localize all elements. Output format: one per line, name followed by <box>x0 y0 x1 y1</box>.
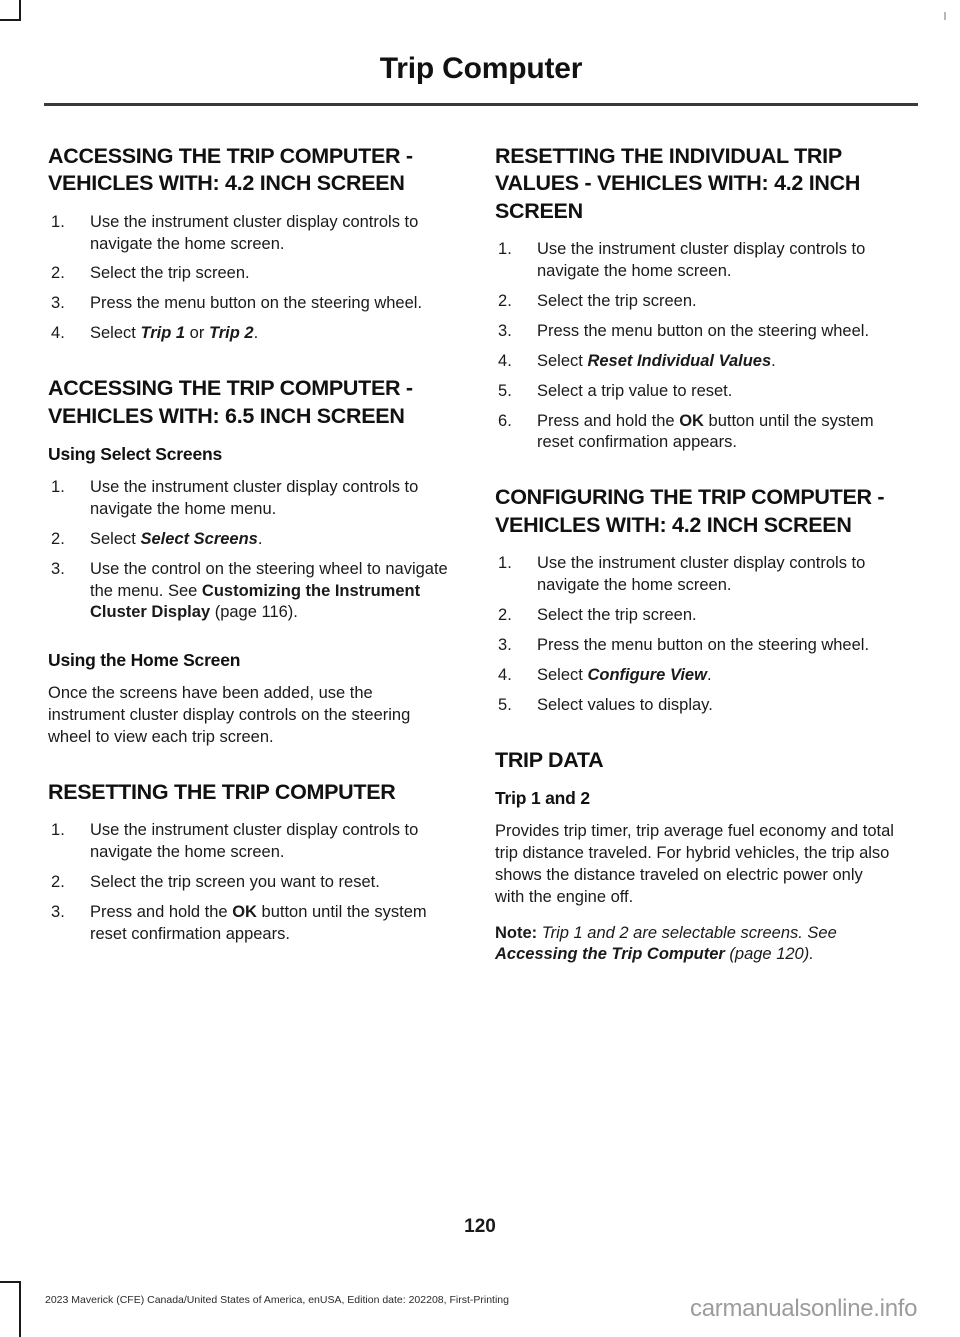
step-text: Select the trip screen. <box>537 605 697 624</box>
list-item: Press the menu button on the steering wh… <box>48 293 448 315</box>
step-text: Press the menu button on the steering wh… <box>537 321 870 340</box>
watermark: carmanualsonline.info <box>690 1295 918 1322</box>
button-reference-ok: OK <box>679 411 704 430</box>
note-text: (page 120). <box>724 945 814 964</box>
crop-mark-top-right <box>944 12 946 20</box>
step-text: Select the trip screen you want to reset… <box>90 873 380 892</box>
step-text: (page 116). <box>210 603 298 622</box>
step-text: Select values to display. <box>537 695 713 714</box>
section-heading-accessing-trip-computer-65: ACCESSING THE TRIP COMPUTER - VEHICLES W… <box>48 376 413 428</box>
note-text: Trip 1 and 2 are selectable screens. See <box>537 923 837 942</box>
step-text: Press and hold the <box>90 903 233 922</box>
list-item: Use the instrument cluster display contr… <box>495 239 895 283</box>
step-text: . <box>253 324 259 343</box>
section-heading-resetting-trip-computer: RESETTING THE TRIP COMPUTER <box>48 780 396 805</box>
steps-resetting-individual-trip-values: Use the instrument cluster display contr… <box>495 239 895 455</box>
list-item: Select the trip screen you want to reset… <box>48 872 448 894</box>
step-text: Use the instrument cluster display contr… <box>90 821 419 862</box>
steps-using-select-screens: Use the instrument cluster display contr… <box>48 477 448 625</box>
header-divider <box>44 103 918 106</box>
right-column: RESETTING THE INDIVIDUAL TRIP VALUES - V… <box>495 143 895 966</box>
step-text: Select <box>90 324 141 343</box>
steps-configuring-trip-computer: Use the instrument cluster display contr… <box>495 553 895 717</box>
list-item: Select a trip value to reset. <box>495 381 895 403</box>
list-item: Select the trip screen. <box>495 291 895 313</box>
step-text: . <box>706 665 712 684</box>
list-item: Select Trip 1 or Trip 2. <box>48 323 448 345</box>
button-reference-ok: OK <box>232 903 257 922</box>
list-item: Press the menu button on the steering wh… <box>495 321 895 343</box>
list-item: Press and hold the OK button until the s… <box>495 411 895 455</box>
menu-item-reference: Configure View <box>587 665 707 684</box>
section-heading-resetting-individual-trip-values: RESETTING THE INDIVIDUAL TRIP VALUES - V… <box>495 144 861 223</box>
list-item: Use the instrument cluster display contr… <box>48 477 448 521</box>
step-text: Select <box>537 351 588 370</box>
list-item: Press and hold the OK button until the s… <box>48 902 448 946</box>
list-item: Use the instrument cluster display contr… <box>48 212 448 256</box>
section-heading-trip-data: TRIP DATA <box>495 747 604 772</box>
step-text: Press the menu button on the steering wh… <box>537 635 870 654</box>
steps-resetting-trip-computer: Use the instrument cluster display contr… <box>48 820 448 946</box>
subheading-using-select-screens: Using Select Screens <box>48 443 222 464</box>
menu-item-reference: Trip 2 <box>208 324 254 343</box>
section-heading-accessing-trip-computer-42: ACCESSING THE TRIP COMPUTER - VEHICLES W… <box>48 144 413 196</box>
list-item: Use the instrument cluster display contr… <box>495 553 895 597</box>
page-header: Trip Computer <box>44 52 918 86</box>
crop-mark-bottom-left-vertical <box>19 1281 21 1337</box>
step-text: Use the instrument cluster display contr… <box>90 477 419 518</box>
cross-reference: Accessing the Trip Computer <box>495 945 725 964</box>
list-item: Select Reset Individual Values. <box>495 351 895 373</box>
subheading-using-the-home-screen: Using the Home Screen <box>48 650 241 671</box>
step-text: Select a trip value to reset. <box>537 381 733 400</box>
step-text: Select <box>90 529 141 548</box>
menu-item-reference: Reset Individual Values <box>587 351 772 370</box>
list-item: Select Select Screens. <box>48 529 448 551</box>
step-text: . <box>257 529 263 548</box>
steps-accessing-trip-computer-42: Use the instrument cluster display contr… <box>48 212 448 346</box>
list-item: Select Configure View. <box>495 665 895 687</box>
list-item: Select the trip screen. <box>495 605 895 627</box>
crop-mark-top-left-horizontal <box>0 19 21 21</box>
step-text: Use the instrument cluster display contr… <box>537 553 866 594</box>
section-heading-configuring-trip-computer: CONFIGURING THE TRIP COMPUTER - VEHICLES… <box>495 485 885 537</box>
note-label: Note: <box>495 923 538 942</box>
subheading-trip-1-and-2: Trip 1 and 2 <box>495 787 590 808</box>
list-item: Select the trip screen. <box>48 263 448 285</box>
page-number: 120 <box>464 1216 496 1237</box>
left-column: ACCESSING THE TRIP COMPUTER - VEHICLES W… <box>48 143 448 960</box>
list-item: Use the control on the steering wheel to… <box>48 559 448 625</box>
step-text: Use the instrument cluster display contr… <box>90 212 419 253</box>
step-text: or <box>185 324 209 343</box>
footer-edition-line: 2023 Maverick (CFE) Canada/United States… <box>45 1294 509 1306</box>
list-item: Press the menu button on the steering wh… <box>495 635 895 657</box>
step-text: Use the instrument cluster display contr… <box>537 239 866 280</box>
crop-mark-top-left-vertical <box>19 0 21 21</box>
step-text: Press the menu button on the steering wh… <box>90 294 423 313</box>
step-text: . <box>771 351 776 370</box>
step-text: Press and hold the <box>537 411 680 430</box>
paragraph-trip-1-and-2: Provides trip timer, trip average fuel e… <box>495 821 894 906</box>
list-item: Select values to display. <box>495 695 895 717</box>
step-text: Select the trip screen. <box>537 291 697 310</box>
menu-item-reference: Select Screens <box>140 529 258 548</box>
paragraph-using-the-home-screen: Once the screens have been added, use th… <box>48 684 411 747</box>
note-trip-1-and-2: Note: Trip 1 and 2 are selectable screen… <box>495 923 895 967</box>
list-item: Use the instrument cluster display contr… <box>48 820 448 864</box>
step-text: Select <box>537 665 588 684</box>
step-text: Select the trip screen. <box>90 264 250 283</box>
page-title: Trip Computer <box>379 52 583 85</box>
crop-mark-bottom-left-horizontal <box>0 1281 21 1283</box>
menu-item-reference: Trip 1 <box>140 324 186 343</box>
